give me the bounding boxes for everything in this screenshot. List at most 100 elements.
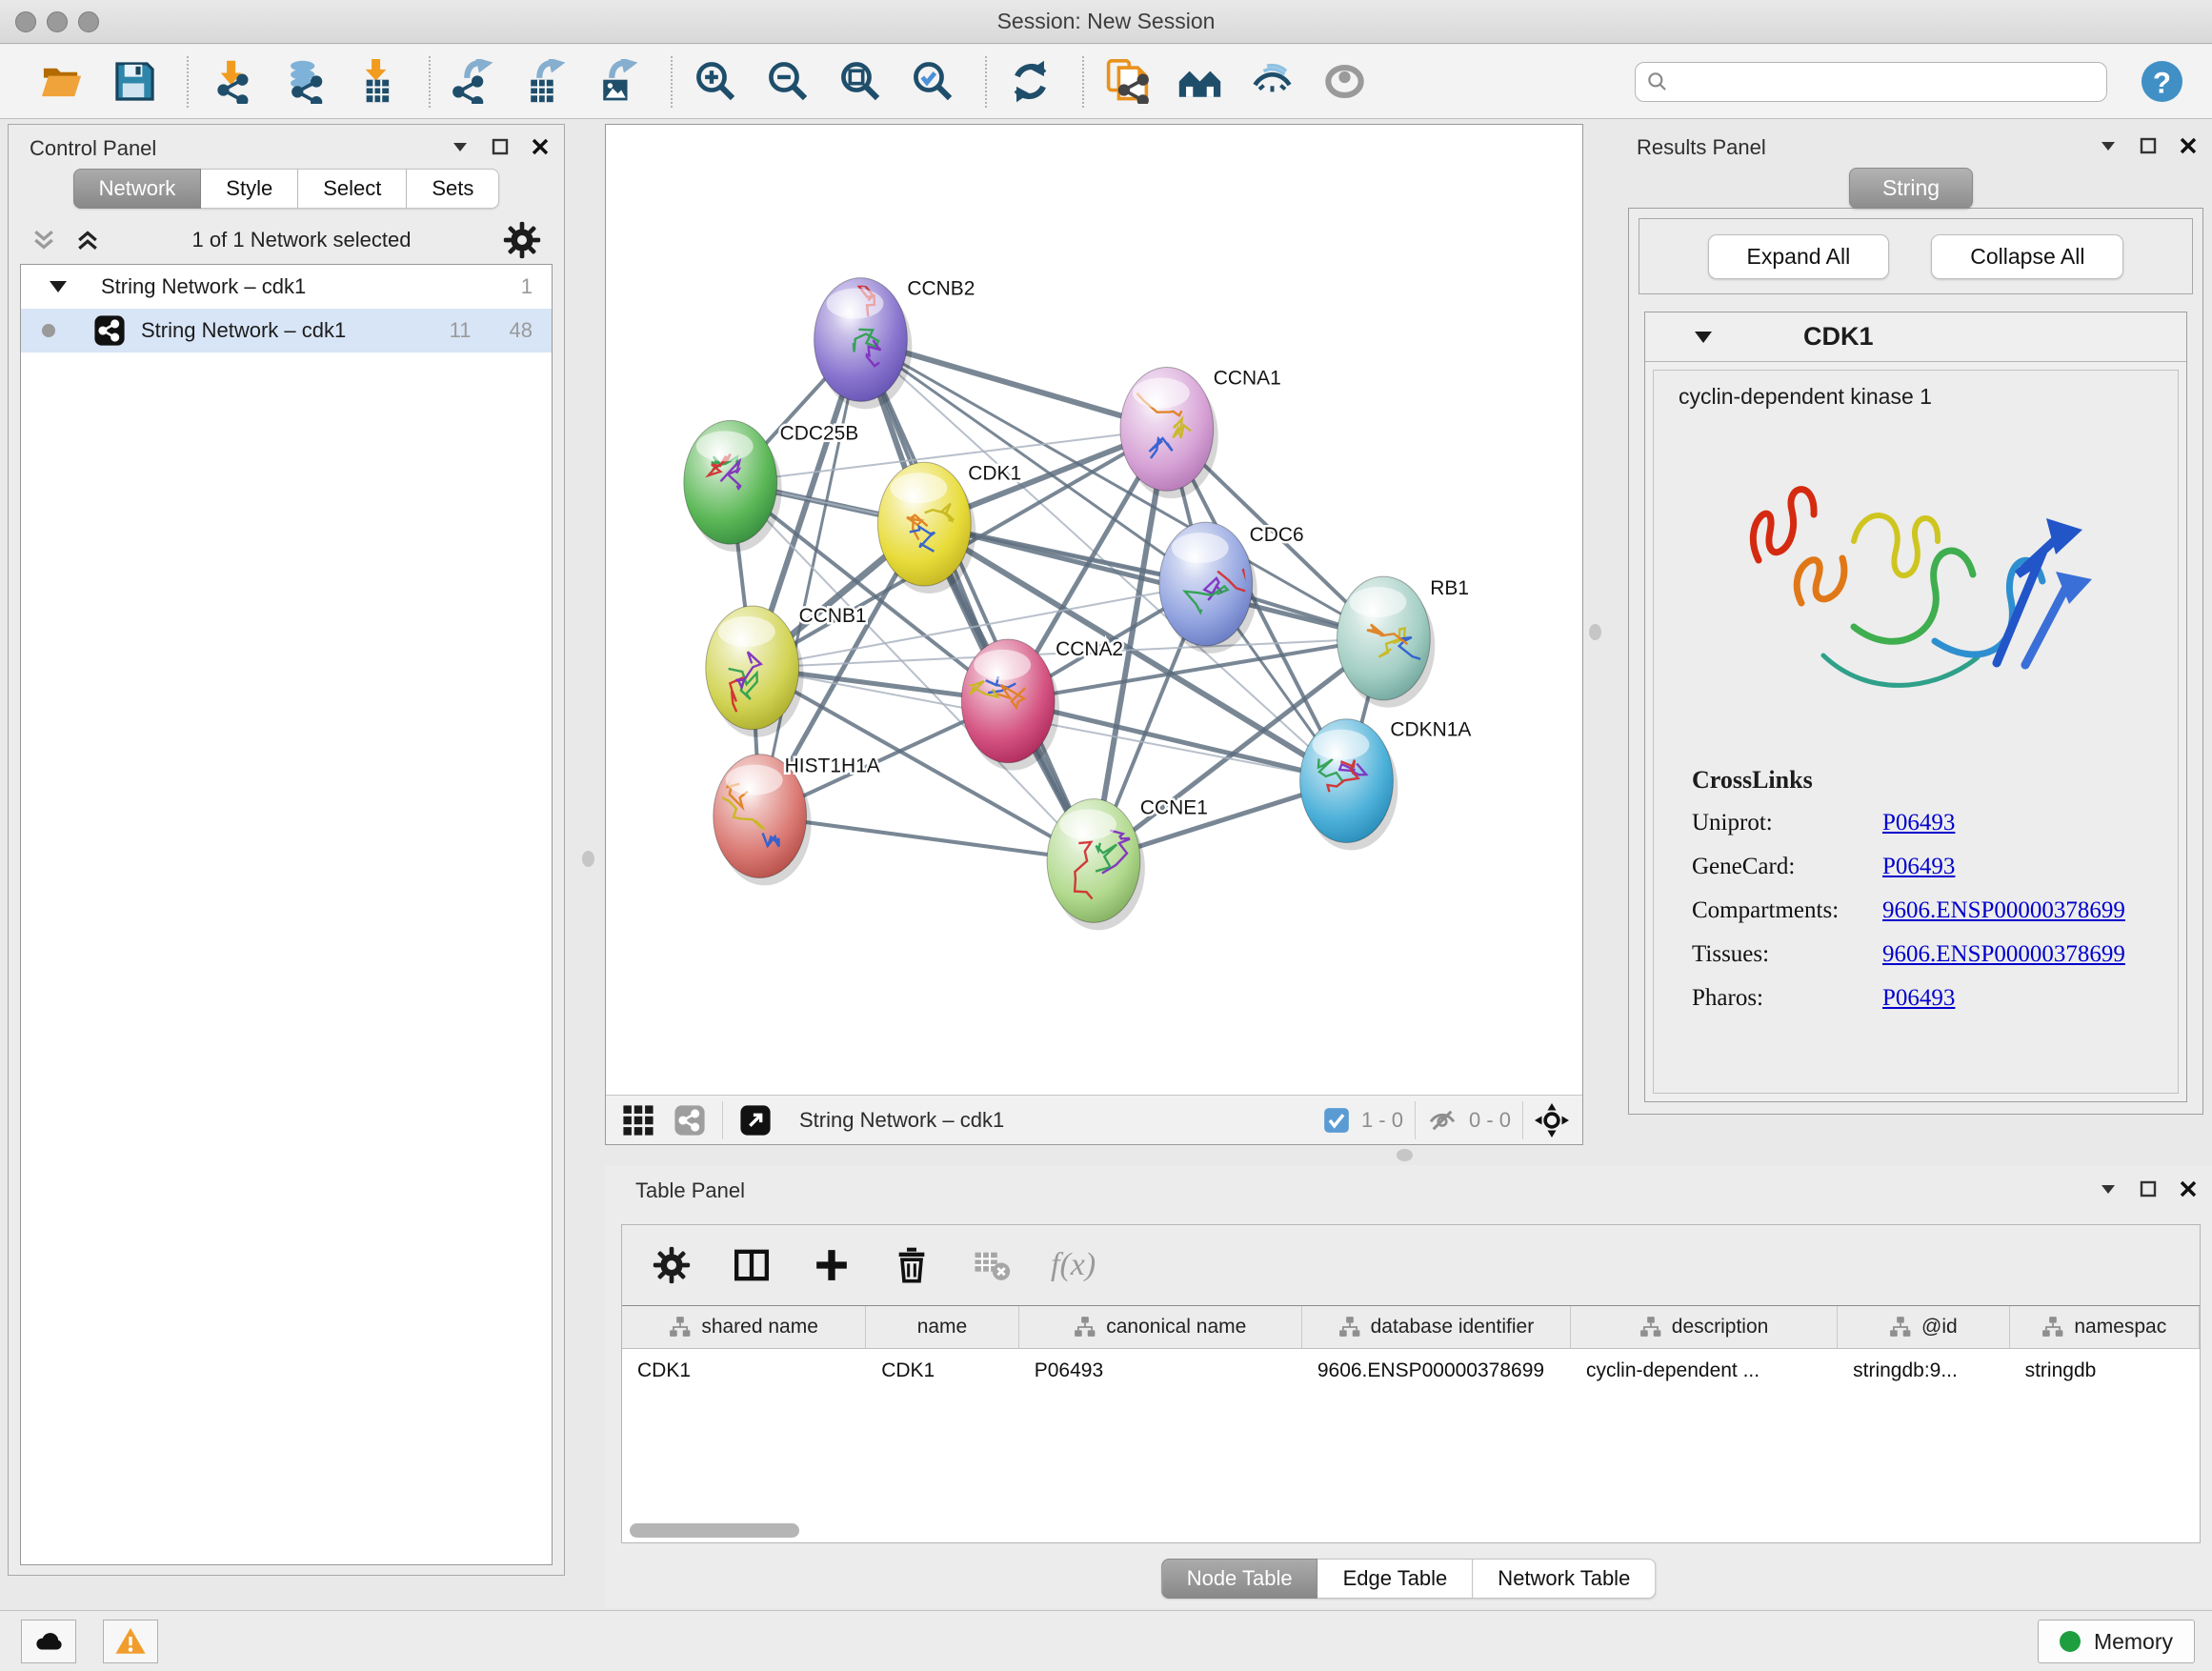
left-splitter-handle[interactable] xyxy=(582,851,594,867)
show-columns-icon[interactable] xyxy=(731,1244,773,1286)
string-home-icon[interactable] xyxy=(1172,53,1227,111)
column-hierarchy-icon xyxy=(1639,1316,1662,1339)
collection-expander-icon[interactable] xyxy=(50,281,67,292)
open-session-icon[interactable] xyxy=(34,53,90,111)
crosslink-row: GeneCard:P06493 xyxy=(1692,854,2178,880)
tab-network-table[interactable]: Network Table xyxy=(1473,1559,1656,1599)
import-network-database-icon[interactable] xyxy=(276,53,332,111)
network-row[interactable]: String Network – cdk1 11 48 xyxy=(21,309,552,352)
entry-expander-icon[interactable] xyxy=(1695,332,1712,343)
right-splitter-handle[interactable] xyxy=(1589,624,1601,640)
crosslink-link[interactable]: P06493 xyxy=(1882,810,1955,836)
warning-status-button[interactable] xyxy=(103,1620,158,1663)
expand-all-icon[interactable] xyxy=(73,226,102,254)
network-edge-CCNB2-HIST1H1A[interactable] xyxy=(760,340,861,816)
zoom-fit-content-icon[interactable] xyxy=(833,53,888,111)
column-header-name[interactable]: name xyxy=(866,1306,1019,1348)
fit-selected-crosshair-icon[interactable] xyxy=(1535,1103,1569,1137)
tab-sets[interactable]: Sets xyxy=(407,169,499,209)
clone-network-icon[interactable] xyxy=(1099,53,1155,111)
help-button[interactable]: ? xyxy=(2138,58,2185,106)
panel-float-icon[interactable] xyxy=(490,136,511,157)
column-header-shared-name[interactable]: shared name xyxy=(622,1306,866,1348)
cloud-status-button[interactable] xyxy=(21,1620,76,1663)
tab-edge-table[interactable]: Edge Table xyxy=(1318,1559,1474,1599)
crosslink-link[interactable]: P06493 xyxy=(1882,985,1955,1012)
tab-style[interactable]: Style xyxy=(201,169,298,209)
crosslink-label: Pharos: xyxy=(1692,985,1882,1012)
panel-close-icon[interactable] xyxy=(2178,135,2199,156)
zoom-in-icon[interactable] xyxy=(688,53,743,111)
expand-all-button[interactable]: Expand All xyxy=(1708,234,1890,279)
export-network-icon[interactable] xyxy=(446,53,501,111)
bottom-splitter-handle[interactable] xyxy=(1397,1149,1413,1161)
export-image-icon[interactable] xyxy=(591,53,646,111)
zoom-window-button[interactable] xyxy=(78,11,99,32)
crosslink-row: Pharos:P06493 xyxy=(1692,985,2178,1012)
panel-menu-icon[interactable] xyxy=(2098,1178,2119,1199)
crosslink-link[interactable]: 9606.ENSP00000378699 xyxy=(1882,897,2125,924)
network-edge-CCNB2-CCNE1[interactable] xyxy=(860,340,1094,861)
zoom-selected-icon[interactable] xyxy=(905,53,960,111)
add-column-icon[interactable] xyxy=(811,1244,853,1286)
column-header-canonical-name[interactable]: canonical name xyxy=(1019,1306,1302,1348)
grid-view-icon[interactable] xyxy=(619,1101,657,1139)
network-navbar: String Network – cdk1 1 - 0 0 - 0 xyxy=(606,1095,1582,1144)
delete-table-icon[interactable] xyxy=(971,1244,1013,1286)
hide-panel-eye-icon[interactable] xyxy=(1244,53,1299,111)
tab-network[interactable]: Network xyxy=(73,169,202,209)
panel-float-icon[interactable] xyxy=(2138,1178,2159,1199)
node-entry-header[interactable]: CDK1 xyxy=(1645,312,2186,362)
collapse-all-icon[interactable] xyxy=(30,226,58,254)
table-panel-title: Table Panel xyxy=(635,1178,745,1202)
birds-eye-view-icon[interactable] xyxy=(736,1101,774,1139)
network-label: String Network – cdk1 xyxy=(141,318,346,343)
collapse-all-button[interactable]: Collapse All xyxy=(1931,234,2123,279)
network-tree: String Network – cdk1 1 String Network –… xyxy=(20,264,553,1565)
network-collection-row[interactable]: String Network – cdk1 1 xyxy=(21,265,552,309)
table-horizontal-scrollbar[interactable] xyxy=(630,1523,799,1538)
panel-menu-icon[interactable] xyxy=(450,136,471,157)
column-hierarchy-icon xyxy=(2041,1316,2064,1339)
network-edge-count: 48 xyxy=(510,318,533,343)
column-header-@id[interactable]: @id xyxy=(1838,1306,2009,1348)
memory-button[interactable]: Memory xyxy=(2038,1620,2195,1663)
tab-string[interactable]: String xyxy=(1849,168,1973,209)
column-settings-icon[interactable] xyxy=(651,1244,693,1286)
save-session-icon[interactable] xyxy=(107,53,162,111)
panel-close-icon[interactable] xyxy=(530,136,551,157)
network-options-gear-icon[interactable] xyxy=(501,219,543,261)
panel-float-icon[interactable] xyxy=(2138,135,2159,156)
table-row[interactable]: CDK1CDK1P064939606.ENSP00000378699cyclin… xyxy=(622,1349,2200,1393)
delete-column-icon[interactable] xyxy=(891,1244,933,1286)
table-panel: Table Panel f(x) shared name namecanonica… xyxy=(605,1165,2212,1608)
network-edge-CDK1-RB1[interactable] xyxy=(924,524,1383,638)
panel-close-icon[interactable] xyxy=(2178,1178,2199,1199)
column-header-description[interactable]: description xyxy=(1571,1306,1838,1348)
hidden-items-eye-icon[interactable] xyxy=(1427,1105,1458,1136)
window-title: Session: New Session xyxy=(0,0,2212,42)
column-header-namespac[interactable]: namespac xyxy=(2010,1306,2200,1348)
tab-node-table[interactable]: Node Table xyxy=(1161,1559,1318,1599)
function-builder-icon[interactable]: f(x) xyxy=(1051,1247,1096,1283)
zoom-out-icon[interactable] xyxy=(760,53,815,111)
crosslink-link[interactable]: 9606.ENSP00000378699 xyxy=(1882,941,2125,968)
import-network-file-icon[interactable] xyxy=(204,53,259,111)
crosslink-link[interactable]: P06493 xyxy=(1882,854,1955,880)
panel-menu-icon[interactable] xyxy=(2098,135,2119,156)
search-input[interactable] xyxy=(1670,65,2106,99)
column-label: shared name xyxy=(701,1316,818,1339)
table-toolbar: f(x) xyxy=(622,1225,2200,1305)
refresh-icon[interactable] xyxy=(1002,53,1057,111)
network-canvas[interactable]: CCNB2CCNA1CDC25BCDK1CDC6RB1CCNB1CCNA2CDK… xyxy=(606,125,1582,1095)
table-cell: CDK1 xyxy=(866,1349,1019,1393)
close-window-button[interactable] xyxy=(15,11,36,32)
tab-select[interactable]: Select xyxy=(298,169,407,209)
network-list-share-icon[interactable] xyxy=(671,1101,709,1139)
column-header-database-identifier[interactable]: database identifier xyxy=(1302,1306,1571,1348)
minimize-window-button[interactable] xyxy=(47,11,68,32)
selected-nodes-checkbox-icon[interactable] xyxy=(1323,1107,1350,1134)
export-table-icon[interactable] xyxy=(518,53,573,111)
import-table-file-icon[interactable] xyxy=(349,53,404,111)
show-panel-eye-icon[interactable] xyxy=(1317,53,1372,111)
